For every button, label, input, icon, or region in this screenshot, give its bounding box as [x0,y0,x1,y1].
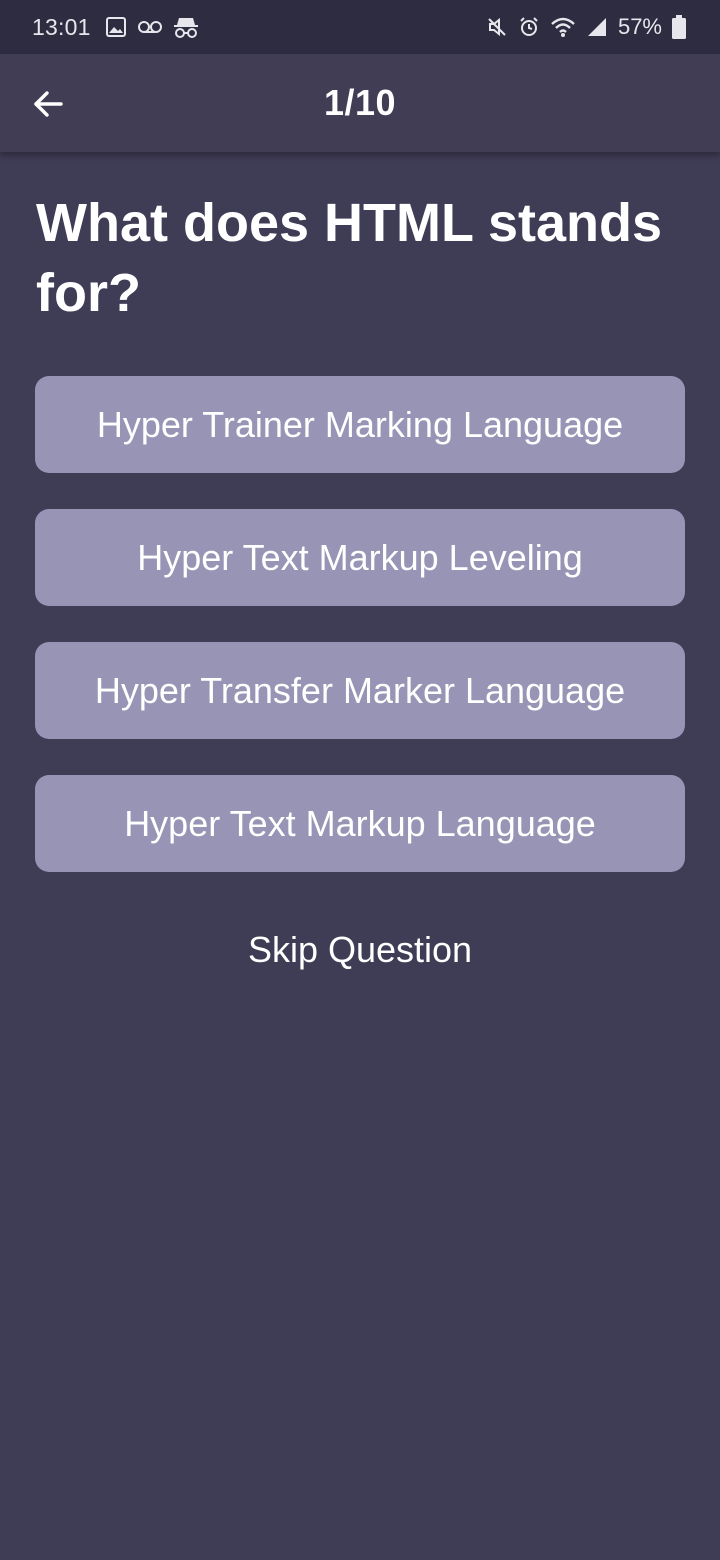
answer-option-4[interactable]: Hyper Text Markup Language [35,775,685,872]
image-icon [105,16,127,38]
voicemail-icon [137,19,163,35]
battery-icon [672,15,686,39]
alarm-icon [518,16,540,38]
back-button[interactable] [22,78,74,130]
answer-option-2[interactable]: Hyper Text Markup Leveling [35,509,685,606]
status-bar-right: 57% [486,14,686,40]
question-counter: 1/10 [323,82,397,123]
status-time: 13:01 [32,13,91,40]
question-text: What does HTML stands for? [36,193,663,323]
answer-option-1[interactable]: Hyper Trainer Marking Language [35,376,685,473]
incognito-icon [173,15,199,39]
mute-icon [486,16,508,38]
app-bar: 1/10 [0,54,720,152]
signal-icon [586,16,608,38]
battery-percent: 57% [617,14,662,39]
answer-option-3[interactable]: Hyper Transfer Marker Language [35,642,685,739]
status-bar: 13:01 57% [0,0,720,54]
wifi-icon [550,16,576,38]
answer-options: Hyper Trainer Marking Language Hyper Tex… [35,376,685,872]
skip-question-button[interactable]: Skip Question [0,918,720,982]
arrow-left-icon [32,88,64,120]
status-bar-left: 13:01 [32,14,199,41]
